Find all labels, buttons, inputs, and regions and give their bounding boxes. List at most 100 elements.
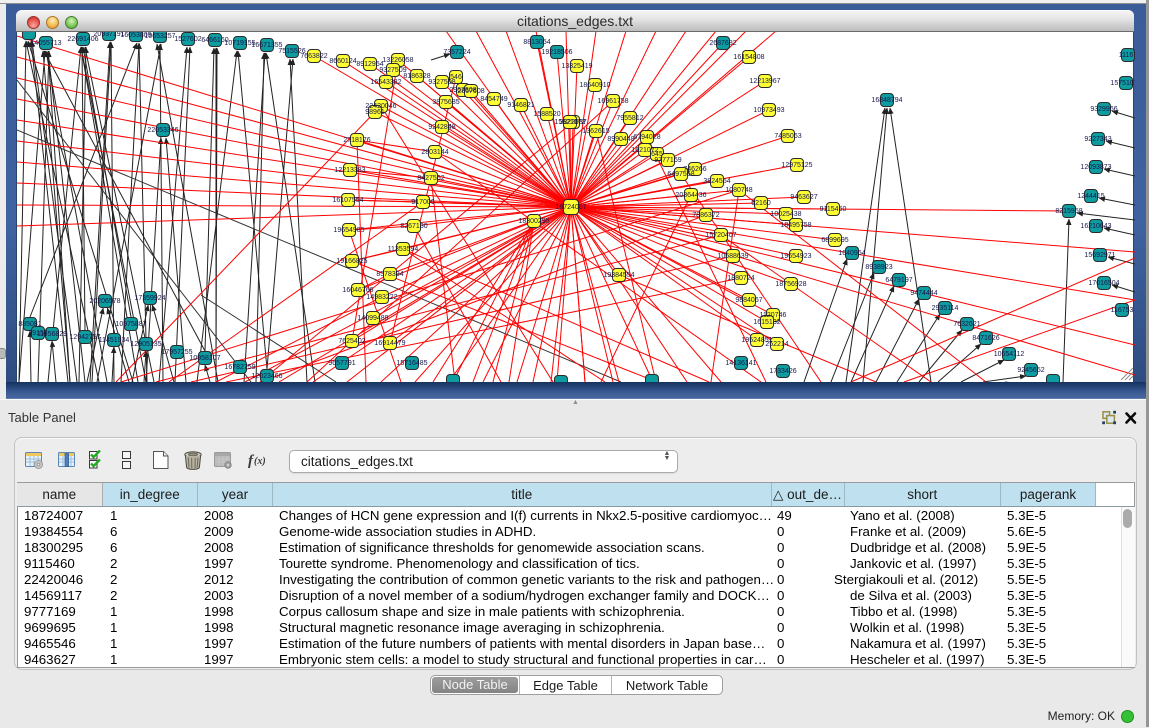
- svg-text:8660124: 8660124: [329, 58, 356, 65]
- svg-text:3875685: 3875685: [432, 99, 459, 106]
- svg-text:8267130: 8267130: [400, 223, 427, 230]
- svg-text:9474444: 9474444: [910, 290, 937, 297]
- svg-text:13325419: 13325419: [561, 63, 592, 70]
- svg-text:8427552: 8427552: [417, 175, 444, 182]
- svg-text:16046766: 16046766: [342, 287, 373, 294]
- svg-text:10975887: 10975887: [115, 321, 146, 328]
- svg-text:116753: 116753: [1111, 307, 1134, 314]
- svg-text:1640954: 1640954: [838, 250, 865, 257]
- svg-text:15716485: 15716485: [396, 360, 427, 367]
- svg-text:1120746: 1120746: [760, 312, 787, 319]
- svg-text:12023466: 12023466: [251, 373, 282, 380]
- svg-text:18724007: 18724007: [555, 204, 586, 211]
- svg-text:8215958: 8215958: [1055, 208, 1082, 215]
- svg-text:10025438: 10025438: [770, 211, 801, 218]
- svg-text:6497568: 6497568: [667, 171, 694, 178]
- svg-text:14136141: 14136141: [725, 360, 756, 367]
- svg-text:885081: 885081: [18, 321, 41, 328]
- svg-text:10958107: 10958107: [189, 355, 220, 362]
- svg-text:1880724: 1880724: [727, 275, 754, 282]
- svg-text:12093873: 12093873: [1080, 164, 1111, 171]
- svg-text:12975125: 12975125: [781, 162, 812, 169]
- svg-text:11156829: 11156829: [37, 331, 67, 338]
- svg-text:(x): (x): [254, 456, 266, 467]
- svg-text:15751074: 15751074: [1110, 80, 1135, 87]
- svg-text:14055713: 14055713: [30, 40, 61, 47]
- svg-text:9227343: 9227343: [1084, 136, 1111, 143]
- svg-text:19384554: 19384554: [603, 272, 634, 279]
- svg-text:9777169: 9777169: [654, 157, 681, 164]
- svg-text:2935114: 2935114: [932, 305, 959, 312]
- svg-text:1362615: 1362615: [582, 128, 609, 135]
- svg-text:6479197: 6479197: [885, 277, 912, 284]
- svg-text:16782759: 16782759: [224, 364, 255, 371]
- svg-text:8813054: 8813054: [523, 39, 550, 46]
- svg-text:18640910: 18640910: [579, 82, 610, 89]
- svg-text:16848794: 16848794: [871, 97, 902, 104]
- svg-text:8938923: 8938923: [865, 264, 892, 271]
- svg-text:10973493: 10973493: [753, 107, 784, 114]
- svg-text:7632621: 7632621: [953, 321, 980, 328]
- svg-text:16107554: 16107554: [332, 197, 363, 204]
- svg-text:19654985: 19654985: [333, 227, 364, 234]
- svg-text:11167: 11167: [1119, 52, 1135, 59]
- svg-text:2718176: 2718176: [343, 137, 370, 144]
- svg-text:19654923: 19654923: [780, 253, 811, 260]
- svg-text:16210643: 16210643: [1080, 223, 1111, 230]
- svg-text:14099489: 14099489: [357, 315, 388, 322]
- svg-text:1244415: 1244415: [1077, 193, 1104, 200]
- svg-text:62160: 62160: [751, 200, 771, 207]
- svg-text:9657791: 9657791: [328, 360, 355, 367]
- svg-text:7485063: 7485063: [774, 133, 801, 140]
- svg-text:16914479: 16914479: [374, 340, 405, 347]
- svg-text:13226058: 13226058: [382, 57, 413, 64]
- svg-text:9463627: 9463627: [790, 194, 817, 201]
- svg-text:10654112: 10654112: [994, 351, 1025, 358]
- svg-text:20206578: 20206578: [89, 298, 120, 305]
- svg-text:7886372: 7886372: [692, 212, 719, 219]
- svg-text:1588520: 1588520: [533, 111, 560, 118]
- svg-text:9146821: 9146821: [507, 102, 534, 109]
- svg-text:1080748: 1080748: [725, 187, 752, 194]
- svg-text:546: 546: [450, 74, 462, 81]
- svg-text:12942757: 12942757: [69, 334, 100, 341]
- svg-text:8578334: 8578334: [376, 271, 403, 278]
- svg-text:2687682: 2687682: [709, 40, 736, 47]
- svg-text:1733426: 1733426: [769, 368, 796, 375]
- svg-text:12213383: 12213383: [334, 167, 365, 174]
- svg-text:17016504: 17016504: [1088, 280, 1119, 287]
- svg-text:3824554: 3824554: [703, 178, 730, 185]
- svg-text:917006: 917006: [411, 199, 434, 206]
- svg-text:16154808: 16154808: [733, 54, 764, 61]
- svg-text:252214: 252214: [765, 341, 788, 348]
- svg-text:98961: 98961: [365, 109, 385, 116]
- svg-text:8454749: 8454749: [480, 96, 507, 103]
- svg-text:11451934: 11451934: [99, 337, 130, 344]
- svg-text:19166825: 19166825: [336, 258, 367, 265]
- svg-text:7625402: 7625402: [338, 338, 365, 345]
- svg-text:2803144: 2803144: [421, 149, 448, 156]
- svg-text:1615132: 1615132: [753, 319, 780, 326]
- svg-text:8186328: 8186328: [403, 73, 430, 80]
- svg-text:19218506: 19218506: [541, 49, 572, 56]
- svg-text:20364436: 20364436: [675, 192, 706, 199]
- svg-text:6794028: 6794028: [633, 134, 660, 141]
- svg-text:8990448: 8990448: [607, 136, 634, 143]
- svg-text:9329966: 9329966: [1090, 106, 1117, 113]
- svg-text:17957255: 17957255: [161, 349, 192, 356]
- svg-text:9115460: 9115460: [820, 206, 847, 213]
- svg-text:18756928: 18756928: [775, 281, 806, 288]
- svg-text:11353594: 11353594: [388, 246, 419, 253]
- svg-text:7663822: 7663822: [300, 53, 327, 60]
- svg-text:9245652: 9245652: [1017, 367, 1044, 374]
- svg-text:12905135: 12905135: [130, 341, 161, 348]
- svg-text:2867608: 2867608: [457, 88, 484, 95]
- svg-text:18495758: 18495758: [780, 222, 811, 229]
- svg-text:15720407: 15720407: [705, 232, 736, 239]
- svg-text:7357224: 7357224: [443, 49, 470, 56]
- svg-text:6899695: 6899695: [821, 237, 848, 244]
- svg-text:9884067: 9884067: [735, 297, 762, 304]
- svg-text:15621072: 15621072: [554, 119, 585, 126]
- svg-text:16961758: 16961758: [597, 98, 628, 105]
- svg-text:1527602: 1527602: [174, 36, 201, 43]
